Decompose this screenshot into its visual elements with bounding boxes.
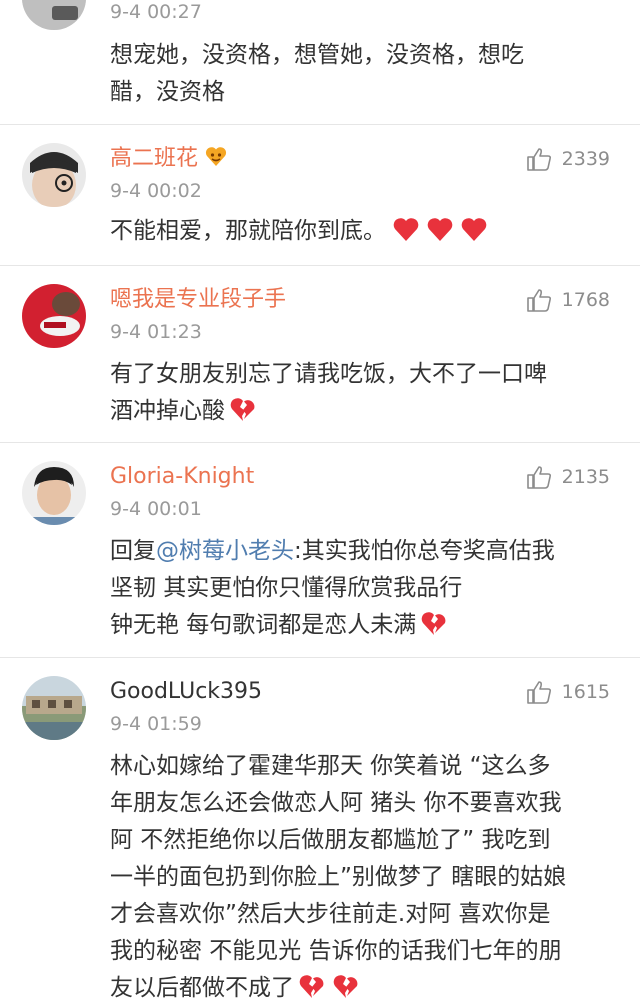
comment-text-line: 回复@树莓小老头:其实我怕你总夸奖高估我 xyxy=(110,533,610,570)
comment-text-line: 酒冲掉心酸 xyxy=(110,393,610,430)
like-button[interactable]: 2135 xyxy=(526,463,610,491)
comment-timestamp: 9-4 01:23 xyxy=(110,321,202,343)
comment-timestamp: 9-4 00:02 xyxy=(110,180,202,202)
comment-text-line: 才会喜欢你”然后大步往前走.对阿 喜欢你是 xyxy=(110,901,551,927)
username[interactable]: 嗯我是专业段子手 xyxy=(110,286,286,314)
comment-text-content: 不能相爱，那就陪你到底。 xyxy=(110,218,386,244)
broken-heart-icon xyxy=(420,610,448,636)
like-count: 1768 xyxy=(561,289,610,311)
comment-timestamp: 9-4 01:59 xyxy=(110,713,202,735)
comment-text-line: 我的秘密 不能见光 告诉你的话我们七年的朋 xyxy=(110,938,562,964)
thumbs-up-icon xyxy=(526,146,562,172)
comment-text-line: 醋，没资格 xyxy=(110,79,225,105)
comment-text: 不能相爱，那就陪你到底。 xyxy=(110,213,610,250)
comment-text-line: 有了女朋友别忘了请我吃饭，大不了一口啤 xyxy=(110,361,547,387)
comment-text-line: 林心如嫁给了霍建华那天 你笑着说 “这么多 xyxy=(110,753,551,779)
red-heart-icon xyxy=(426,216,454,242)
like-button[interactable]: 1768 xyxy=(526,286,610,314)
comment-text-line: 想宠她，没资格，想管她，没资格，想吃 xyxy=(110,42,524,68)
avatar[interactable] xyxy=(22,676,86,740)
comment-feed: 9-4 00:27 想宠她，没资格，想管她，没资格，想吃 醋，没资格 高二班花 … xyxy=(0,0,640,1001)
comment-text-line: 不能相爱，那就陪你到底。 xyxy=(110,213,610,250)
comment-text-content: :其实我怕你总夸奖高估我 xyxy=(294,538,555,564)
broken-heart-icon xyxy=(298,973,326,999)
thumbs-up-icon xyxy=(526,464,562,490)
comment-timestamp: 9-4 00:27 xyxy=(110,1,202,23)
username[interactable]: Gloria-Knight xyxy=(110,463,254,491)
comment-timestamp: 9-4 00:01 xyxy=(110,498,202,520)
broken-heart-icon xyxy=(229,396,257,422)
avatar[interactable] xyxy=(22,143,86,207)
comment-text: 想宠她，没资格，想管她，没资格，想吃 醋，没资格 xyxy=(110,37,610,111)
comment-text-line: 一半的面包扔到你脸上”别做梦了 瞎眼的姑娘 xyxy=(110,864,567,890)
comment-text-content: 酒冲掉心酸 xyxy=(110,398,225,424)
like-count: 2135 xyxy=(561,466,610,488)
comment-text-content: 友以后都做不成了 xyxy=(110,975,294,1001)
comment-item: 9-4 00:27 想宠她，没资格，想管她，没资格，想吃 醋，没资格 xyxy=(0,0,640,125)
thumbs-up-icon xyxy=(526,287,562,313)
username[interactable]: GoodLUck395 xyxy=(110,678,262,706)
avatar[interactable] xyxy=(22,0,86,30)
comment-text-line: 阿 不然拒绝你以后做朋友都尴尬了” 我吃到 xyxy=(110,827,551,853)
comment-text-line: 钟无艳 每句歌词都是恋人未满 xyxy=(110,607,610,644)
username[interactable]: 高二班花 xyxy=(110,145,228,173)
username-text: 高二班花 xyxy=(110,146,199,171)
comment-text-line: 坚韧 其实更怕你只懂得欣赏我品行 xyxy=(110,575,463,601)
comment-text: 有了女朋友别忘了请我吃饭，大不了一口啤 酒冲掉心酸 xyxy=(110,356,610,430)
comment-item: GoodLUck395 9-4 01:59 1615 林心如嫁给了霍建华那天 你… xyxy=(0,658,640,1001)
comment-item: 嗯我是专业段子手 9-4 01:23 1768 有了女朋友别忘了请我吃饭，大不了… xyxy=(0,266,640,443)
avatar[interactable] xyxy=(22,284,86,348)
avatar[interactable] xyxy=(22,461,86,525)
reply-prefix: 回复 xyxy=(110,538,156,564)
comment-text: 林心如嫁给了霍建华那天 你笑着说 “这么多 年朋友怎么还会做恋人阿 猪头 你不要… xyxy=(110,748,610,1007)
comment-item: Gloria-Knight 9-4 00:01 2135 回复@树莓小老头:其实… xyxy=(0,443,640,658)
red-heart-icon xyxy=(392,216,420,242)
comment-text-content: 钟无艳 每句歌词都是恋人未满 xyxy=(110,612,417,638)
like-button[interactable]: 1615 xyxy=(526,678,610,706)
broken-heart-icon xyxy=(332,973,360,999)
like-count: 1615 xyxy=(561,681,610,703)
comment-text-line: 友以后都做不成了 xyxy=(110,970,610,1007)
like-button[interactable]: 2339 xyxy=(526,145,610,173)
comment-text: 回复@树莓小老头:其实我怕你总夸奖高估我 坚韧 其实更怕你只懂得欣赏我品行 钟无… xyxy=(110,533,610,644)
member-badge-icon xyxy=(204,145,228,167)
comment-text-line: 年朋友怎么还会做恋人阿 猪头 你不要喜欢我 xyxy=(110,790,562,816)
thumbs-up-icon xyxy=(526,679,562,705)
like-count: 2339 xyxy=(561,148,610,170)
mention-link[interactable]: @树莓小老头 xyxy=(156,538,294,564)
comment-item: 高二班花 9-4 00:02 2339 不能相爱，那就陪你到底。 xyxy=(0,125,640,266)
red-heart-icon xyxy=(460,216,488,242)
